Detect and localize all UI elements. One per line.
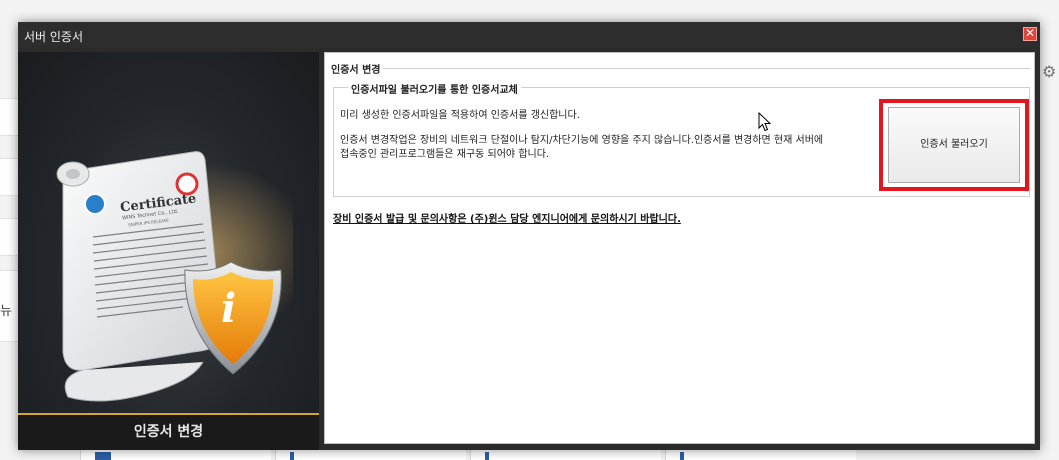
tile-accent: [290, 452, 294, 460]
tile-accent: [485, 452, 489, 460]
background-row: [0, 218, 20, 256]
shield-symbol: i: [221, 285, 237, 332]
left-caption: 인증서 변경: [18, 415, 319, 450]
section-label: 인증서 변경: [331, 61, 384, 76]
tile-accent: [680, 452, 684, 460]
section-divider: [375, 68, 1030, 69]
certificate-file-group: 인증서파일 불러오기를 통한 인증서교체 미리 생성한 인증서파일을 적용하여 …: [333, 81, 1030, 197]
gear-icon[interactable]: ⚙: [1042, 64, 1058, 80]
description-warning-line: 인증서 변경작업은 장비의 네트워크 단절이나 탐지/차단기능에 영향을 주지 …: [340, 135, 824, 146]
description-warning-line: 접속중인 관리프로그램들은 재구동 되어야 합니다.: [340, 149, 550, 160]
certificate-scroll-icon: [56, 151, 293, 402]
mouse-pointer-icon: [758, 112, 772, 132]
close-icon[interactable]: ✕: [1023, 27, 1037, 41]
description-text: 미리 생성한 인증서파일을 적용하여 인증서를 갱신합니다.: [340, 110, 580, 121]
content-panel: 인증서 변경 인증서파일 불러오기를 통한 인증서교체 미리 생성한 인증서파일…: [324, 52, 1035, 444]
highlight-box: 인증서 불러오기: [879, 99, 1029, 191]
description-warning: 인증서 변경작업은 장비의 네트워크 단절이나 탐지/차단기능에 영향을 주지 …: [340, 134, 875, 162]
server-certificate-dialog: 서버 인증서 ✕ Certificate WINS Technet Co., L…: [18, 22, 1040, 450]
title-bar[interactable]: 서버 인증서 ✕: [18, 22, 1040, 48]
background-row: [0, 98, 20, 136]
dialog-title: 서버 인증서: [24, 30, 84, 44]
load-certificate-button[interactable]: 인증서 불러오기: [888, 107, 1020, 183]
inquiry-notice: 장비 인증서 발급 및 문의사항은 (주)윈스 담당 엔지니어에게 문의하시기 …: [333, 214, 681, 225]
group-label: 인증서파일 불러오기를 통한 인증서교체: [348, 81, 521, 96]
background-side-text: 뉴: [0, 304, 12, 319]
tile-accent: [95, 452, 111, 460]
illustration-panel: Certificate WINS Technet Co., Ltd. SNIPE…: [18, 52, 319, 450]
background-row: [0, 158, 20, 196]
